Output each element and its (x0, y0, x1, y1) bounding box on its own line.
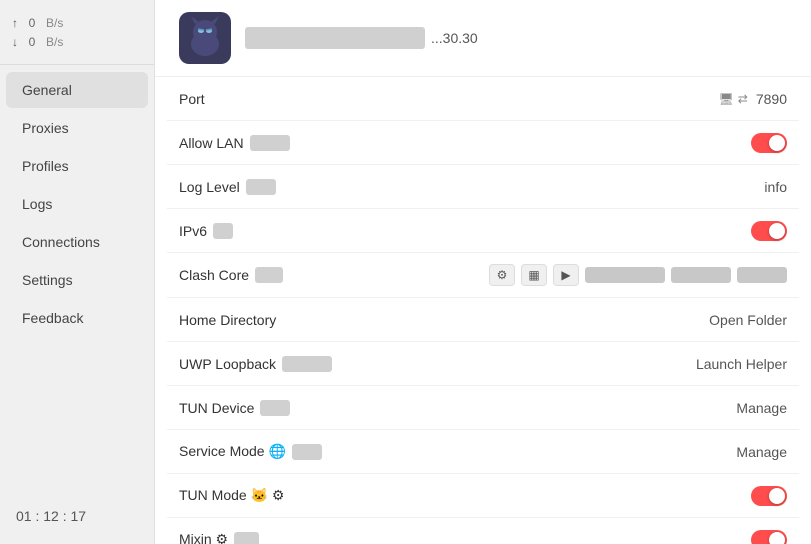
download-unit: B/s (46, 33, 63, 52)
app-name-area: ...30.30 (245, 27, 787, 49)
sidebar-item-feedback[interactable]: Feedback (6, 300, 148, 336)
service-mode-label: Service Mode 🌐 (179, 443, 322, 460)
app-logo (179, 12, 231, 64)
settings-list: Port 🖥 ⇄ 7890 Allow LAN Log Level (155, 77, 811, 544)
sidebar-item-general[interactable]: General (6, 72, 148, 108)
sidebar-item-connections[interactable]: Connections (6, 224, 148, 260)
clash-core-build (671, 267, 731, 283)
tun-mode-label: TUN Mode 🐱 ⚙ (179, 487, 284, 504)
setting-home-directory: Home Directory Open Folder (167, 298, 799, 342)
mixin-blurred (234, 532, 259, 544)
allow-lan-toggle[interactable] (751, 133, 787, 153)
ipv6-toggle[interactable] (751, 221, 787, 241)
setting-uwp-loopback: UWP Loopback Launch Helper (167, 342, 799, 386)
clash-core-extra (737, 267, 787, 283)
app-header: ...30.30 (155, 0, 811, 77)
clash-core-btn2[interactable]: ▦ (521, 264, 547, 286)
allow-lan-blurred (250, 135, 290, 151)
setting-ipv6: IPv6 (167, 209, 799, 253)
port-icon-2: ⇄ (738, 92, 748, 106)
download-arrow: ↓ (12, 33, 18, 52)
sidebar-item-proxies[interactable]: Proxies (6, 110, 148, 146)
sidebar-item-logs[interactable]: Logs (6, 186, 148, 222)
ipv6-label: IPv6 (179, 223, 233, 239)
setting-allow-lan: Allow LAN (167, 121, 799, 165)
mixin-toggle[interactable] (751, 530, 787, 544)
log-level-value[interactable]: info (764, 179, 787, 195)
traffic-stats: ↑ 0 B/s ↓ 0 B/s (0, 8, 154, 58)
port-value: 🖥 ⇄ 7890 (719, 91, 787, 107)
log-level-blurred (246, 179, 276, 195)
setting-log-level: Log Level info (167, 165, 799, 209)
tun-device-link[interactable]: Manage (736, 400, 787, 416)
clash-core-controls: ⚙ ▦ ▶ (489, 264, 787, 286)
port-label: Port (179, 91, 205, 107)
elapsed-time: 01 : 12 : 17 (0, 496, 154, 536)
upload-arrow: ↑ (12, 14, 18, 33)
tun-device-blurred (260, 400, 290, 416)
upload-value: 0 (22, 14, 42, 33)
upload-unit: B/s (46, 14, 63, 33)
uwp-loopback-label: UWP Loopback (179, 356, 332, 372)
setting-tun-device: TUN Device Manage (167, 386, 799, 430)
uwp-loopback-link[interactable]: Launch Helper (696, 356, 787, 372)
uwp-blurred (282, 356, 332, 372)
service-mode-link[interactable]: Manage (736, 444, 787, 460)
mixin-label: Mixin ⚙ (179, 531, 259, 544)
setting-mixin: Mixin ⚙ (167, 518, 799, 544)
port-icon-1: 🖥 (719, 92, 734, 106)
port-number[interactable]: 7890 (756, 91, 787, 107)
tun-mode-toggle[interactable] (751, 486, 787, 506)
clash-core-label-blurred (255, 267, 283, 283)
setting-port: Port 🖥 ⇄ 7890 (167, 77, 799, 121)
setting-service-mode: Service Mode 🌐 Manage (167, 430, 799, 474)
log-level-label: Log Level (179, 179, 276, 195)
tun-device-label: TUN Device (179, 400, 290, 416)
clash-core-label: Clash Core (179, 267, 283, 283)
sidebar-item-settings[interactable]: Settings (6, 262, 148, 298)
setting-clash-core: Clash Core ⚙ ▦ ▶ (167, 253, 799, 298)
sidebar: ↑ 0 B/s ↓ 0 B/s General Proxies Profiles… (0, 0, 155, 544)
app-version: ...30.30 (431, 30, 478, 46)
allow-lan-label: Allow LAN (179, 135, 290, 151)
download-value: 0 (22, 33, 42, 52)
service-mode-blurred (292, 444, 322, 460)
home-directory-link[interactable]: Open Folder (709, 312, 787, 328)
clash-core-btn3[interactable]: ▶ (553, 264, 579, 286)
setting-tun-mode: TUN Mode 🐱 ⚙ (167, 474, 799, 518)
clash-core-version (585, 267, 665, 283)
port-icons: 🖥 ⇄ (719, 92, 748, 106)
main-content: ...30.30 Port 🖥 ⇄ 7890 Allow LAN (155, 0, 811, 544)
sidebar-item-profiles[interactable]: Profiles (6, 148, 148, 184)
clash-core-btn1[interactable]: ⚙ (489, 264, 515, 286)
home-directory-label: Home Directory (179, 312, 276, 328)
ipv6-blurred (213, 223, 233, 239)
app-name-blurred (245, 27, 425, 49)
